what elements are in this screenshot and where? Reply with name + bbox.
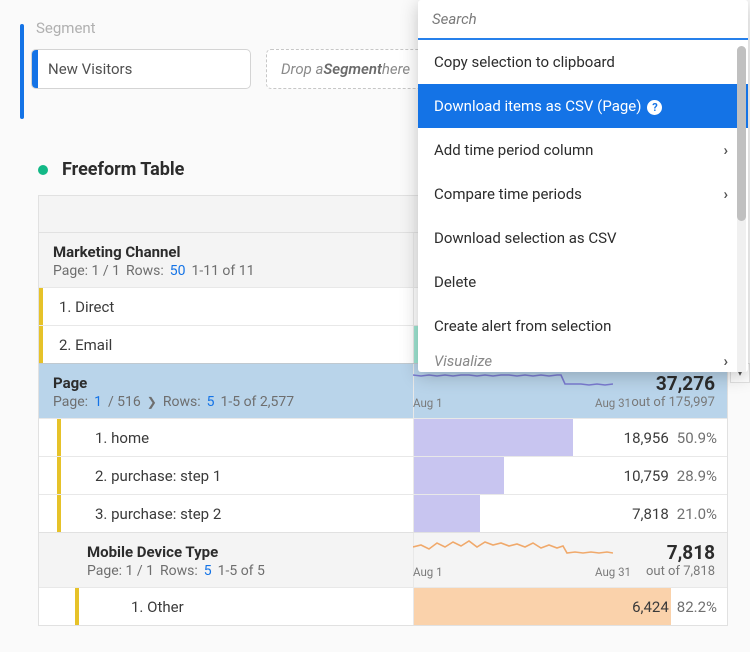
- metric-total: 37,276: [656, 372, 715, 395]
- context-menu-search[interactable]: Search: [418, 0, 748, 40]
- context-menu-scrollbar[interactable]: [737, 46, 746, 372]
- sparkline-mobile: [413, 537, 613, 561]
- segment-dropzone[interactable]: Drop a Segment here: [266, 49, 425, 89]
- menu-item-add-time-period-column[interactable]: Add time period column›: [418, 128, 748, 172]
- menu-item-download-selection-csv[interactable]: Download selection as CSV: [418, 216, 748, 260]
- dimension-title: Marketing Channel: [53, 243, 403, 261]
- sparkline-end-date: Aug 31: [595, 396, 631, 410]
- chevron-right-icon[interactable]: ❯: [147, 395, 157, 409]
- sparkline-start-date: Aug 1: [413, 396, 443, 410]
- table-row[interactable]: 2. purchase: step 1 10,75928.9%: [39, 456, 727, 494]
- menu-item-copy-selection[interactable]: Copy selection to clipboard: [418, 40, 748, 84]
- scrollbar-thumb[interactable]: [737, 46, 746, 221]
- segment-chip-label: New Visitors: [48, 60, 132, 78]
- segment-chip-color: [32, 50, 38, 88]
- menu-item-compare-time-periods[interactable]: Compare time periods›: [418, 172, 748, 216]
- chevron-right-icon: ›: [723, 141, 728, 159]
- dimension-title: Page: [53, 374, 403, 392]
- menu-item-visualize[interactable]: Visualize›: [418, 348, 748, 372]
- segment-chip-new-visitors[interactable]: New Visitors: [31, 49, 251, 89]
- rows-count-link[interactable]: 50: [170, 263, 186, 279]
- segment-section-label: Segment: [36, 19, 96, 37]
- menu-item-download-items-csv[interactable]: Download items as CSV (Page)?: [418, 84, 748, 128]
- panel-status-dot: [38, 165, 48, 175]
- chevron-right-icon: ›: [723, 352, 728, 370]
- chevron-right-icon: ›: [723, 185, 728, 203]
- metric-total: 7,818: [667, 541, 715, 564]
- dimension-title: Mobile Device Type: [87, 543, 403, 561]
- sparkline-start-date: Aug 1: [413, 565, 443, 579]
- rows-count-link[interactable]: 5: [204, 563, 212, 579]
- table-row[interactable]: 1. home 18,95650.9%: [39, 418, 727, 456]
- context-menu: Search Copy selection to clipboard Downl…: [418, 0, 748, 372]
- table-row[interactable]: 3. purchase: step 2 7,81821.0%: [39, 494, 727, 532]
- help-icon[interactable]: ?: [647, 100, 662, 115]
- sparkline-end-date: Aug 31: [595, 565, 631, 579]
- panel-header: Freeform Table: [38, 159, 184, 180]
- panel-accent-bar: [20, 24, 24, 119]
- metric-outof: out of 175,997: [631, 395, 715, 410]
- panel-title: Freeform Table: [62, 159, 184, 180]
- dimension-header-mobile-device-type[interactable]: Mobile Device Type Page: 1 / 1 Rows: 5 1…: [39, 532, 727, 587]
- menu-item-delete[interactable]: Delete: [418, 260, 748, 304]
- page-current-link[interactable]: 1: [94, 394, 102, 410]
- metric-outof: out of 7,818: [646, 564, 715, 579]
- table-row[interactable]: 1. Other 6,42482.2%: [39, 587, 727, 625]
- rows-count-link[interactable]: 5: [207, 394, 215, 410]
- menu-item-create-alert[interactable]: Create alert from selection: [418, 304, 748, 348]
